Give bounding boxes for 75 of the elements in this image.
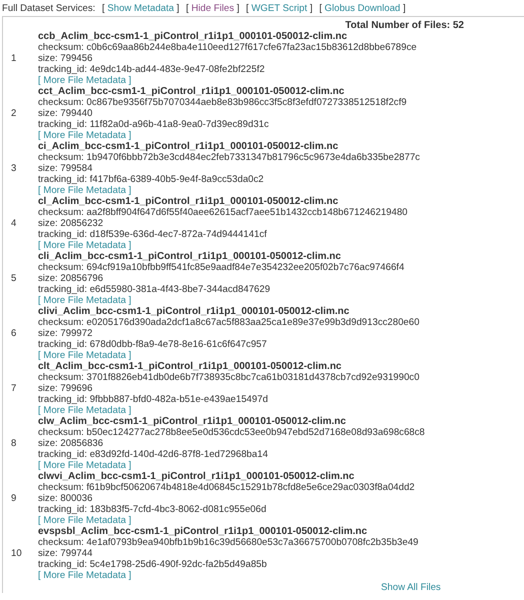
tracking-id-text: tracking_id: f417bf6a-6389-40b5-9e4f-8a9cc53da0c2 [38, 174, 265, 185]
tracking-id-text: tracking_id: 5c4e1798-25d6-490f-92dc-fa2b5d49a85b [38, 559, 268, 570]
checksum-text: checksum: 1b9470f6bbb72b3e3cd484ec2feb7331347b81796c5c9673e4da6b335be2877c [38, 152, 420, 163]
row-number: 10 [10, 548, 23, 559]
row-number: 7 [10, 383, 18, 394]
bracket-text: [ [319, 3, 322, 14]
tracking-id-text: tracking_id: 9fbbb887-bfd0-482a-b51e-e439ae15497d [38, 394, 269, 405]
more-metadata-link[interactable]: [ More File Metadata ] [38, 185, 132, 196]
file-name: clwvi_Aclim_bcc-csm1-1_piControl_r1i1p1_000101-050012-clim.nc [38, 471, 356, 482]
checksum-text: checksum: 4e1af0793b9ea940bfb1b9b16c39d56680e53c7a36675700b0708fc2b35b3e49 [38, 537, 418, 548]
size-text: size: 20856232 [38, 218, 104, 229]
row-number: 5 [10, 273, 18, 284]
row-number: 3 [10, 163, 18, 174]
row-number: 4 [10, 218, 18, 229]
checksum-text: checksum: 694cf919a10bfbb9ff541fc85e9aadf84e7e354232ee205f02b7c76ac97466f4 [38, 262, 404, 273]
file-name: cl_Aclim_bcc-csm1-1_piControl_r1i1p1_000101-050012-clim.nc [38, 196, 340, 207]
tracking-id-text: tracking_id: 183b83f5-7cfd-4bc3-8062-d081c955e06d [38, 504, 268, 515]
tracking-id-text: tracking_id: 11f82a0d-a96b-41a8-9ea0-7d39ec89d31c [38, 119, 270, 130]
file-name: ci_Aclim_bcc-csm1-1_piControl_r1i1p1_000101-050012-clim.nc [38, 141, 340, 152]
file-name: evspsbl_Aclim_bcc-csm1-1_piControl_r1i1p1_000101-050012-clim.nc [38, 526, 368, 537]
checksum-text: checksum: aa2f8bff904f647d6f55f40aee62615acf7aee51b1432ccb148b671246219480 [38, 207, 408, 218]
checksum-text: checksum: b50ec124277ac278b8ee5e0d536cdc53ee0b947ebd52d7168e08d93a698c68c8 [38, 427, 425, 438]
service-link[interactable]: Show Metadata [107, 3, 174, 14]
tracking-id-text: tracking_id: e83d92fd-140d-42d6-87f8-1ed72968ba14 [38, 449, 269, 460]
row-number: 9 [10, 493, 18, 504]
size-text: size: 799696 [38, 383, 94, 394]
size-text: size: 20856836 [38, 438, 104, 449]
more-metadata-link[interactable]: [ More File Metadata ] [38, 405, 132, 416]
more-metadata-link[interactable]: [ More File Metadata ] [38, 240, 132, 251]
size-text: size: 20856796 [38, 273, 104, 284]
size-text: size: 799584 [38, 163, 94, 174]
checksum-text: checksum: f61b9bcf50620674b4818e4d06845c15291b78cfd8e5e6ce29ac0303f8a04dd2 [38, 482, 415, 493]
total-files-count: Total Number of Files: 52 [344, 20, 465, 31]
more-metadata-link[interactable]: [ More File Metadata ] [38, 130, 132, 141]
show-all-files-link[interactable]: Show All Files [381, 582, 441, 593]
service-link[interactable]: Hide Files [191, 3, 234, 14]
checksum-text: checksum: 0c867be9356f75b7070344aeb8e83b986cc3f5c8f3efdf0727338512518f2cf9 [38, 97, 407, 108]
row-number: 1 [10, 53, 18, 64]
size-text: size: 799456 [38, 53, 94, 64]
more-metadata-link[interactable]: [ More File Metadata ] [38, 460, 132, 471]
more-metadata-link[interactable]: [ More File Metadata ] [38, 515, 132, 526]
file-name: clivi_Aclim_bcc-csm1-1_piControl_r1i1p1_000101-050012-clim.nc [38, 306, 350, 317]
tracking-id-text: tracking_id: 678d0dbb-f8a9-4e78-8e16-61c6f647c957 [38, 339, 268, 350]
checksum-text: checksum: c0b6c69aa86b244e8ba4e110eed127f617cfe67fa23ac15b83612d8bbe6789ce [38, 42, 417, 53]
service-link[interactable]: WGET Script [251, 3, 308, 14]
more-metadata-link[interactable]: [ More File Metadata ] [38, 75, 132, 86]
row-number: 2 [10, 108, 18, 119]
checksum-text: checksum: e0205176d390ada2dcf1a8c67ac5f883aa25ca1e89e37e99b3d9d913cc280e60 [38, 317, 420, 328]
tracking-id-text: tracking_id: d18f539e-636d-4ec7-872a-74d9444141cf [38, 229, 268, 240]
more-metadata-link[interactable]: [ More File Metadata ] [38, 350, 132, 361]
file-name: clt_Aclim_bcc-csm1-1_piControl_r1i1p1_000101-050012-clim.nc [38, 361, 342, 372]
size-text: size: 799440 [38, 108, 94, 119]
size-text: size: 800036 [38, 493, 94, 504]
services-label: Full Dataset Services: [2, 3, 96, 14]
file-name: cli_Aclim_bcc-csm1-1_piControl_r1i1p1_000101-050012-clim.nc [38, 251, 342, 262]
bracket-text: ] [176, 3, 180, 14]
row-number: 6 [10, 328, 18, 339]
size-text: size: 799744 [38, 548, 94, 559]
file-name: clw_Aclim_bcc-csm1-1_piControl_r1i1p1_000101-050012-clim.nc [38, 416, 347, 427]
more-metadata-link[interactable]: [ More File Metadata ] [38, 295, 132, 306]
more-metadata-link[interactable]: [ More File Metadata ] [38, 570, 132, 581]
size-text: size: 799972 [38, 328, 94, 339]
bracket-text: [ [102, 3, 105, 14]
bracket-text: ] [402, 3, 406, 14]
row-number: 8 [10, 438, 18, 449]
bracket-text: [ [186, 3, 189, 14]
bracket-text: ] [310, 3, 313, 14]
tracking-id-text: tracking_id: e6d55980-381a-4f43-8be7-344acd847629 [38, 284, 272, 295]
bracket-text: ] [236, 3, 240, 14]
checksum-text: checksum: 3701f8826eb41db0de6b7f738935c8bc7ca61b03181d4378cb7cd92e931990c0 [38, 372, 420, 383]
file-name: ccb_Aclim_bcc-csm1-1_piControl_r1i1p1_000101-050012-clim.nc [38, 31, 348, 42]
file-name: cct_Aclim_bcc-csm1-1_piControl_r1i1p1_000101-050012-clim.nc [38, 86, 346, 97]
service-link[interactable]: Globus Download [324, 3, 400, 14]
tracking-id-text: tracking_id: 4e9dc14b-ad44-483e-9e47-08fe2bf225f2 [38, 64, 266, 75]
bracket-text: [ [246, 3, 249, 14]
